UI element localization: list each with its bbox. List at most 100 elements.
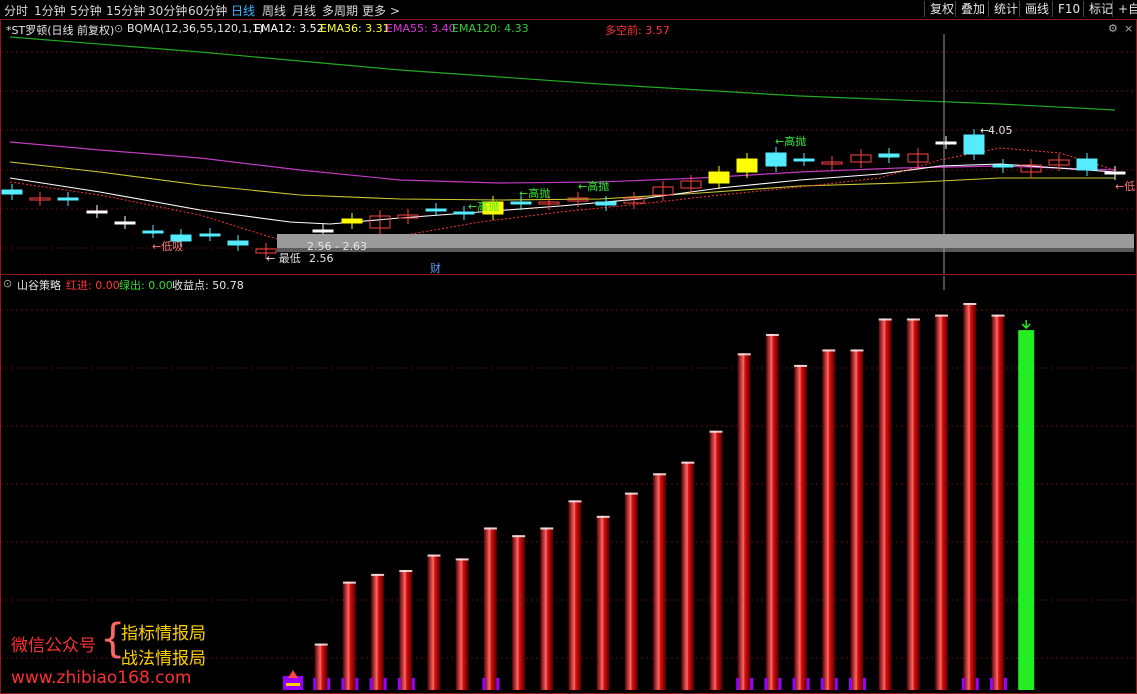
ema120-value: EMA120: 4.33 [452, 22, 529, 35]
valley-bar-1 [314, 643, 328, 690]
candle-body-0 [1, 189, 23, 195]
candle-body-38 [1076, 158, 1098, 171]
valley-bar-cap-6 [455, 558, 469, 561]
watermark-line2: 战法情报局 [121, 649, 206, 669]
collapse-icon[interactable]: ⊙ [3, 277, 12, 290]
purple-tick-a-3 [369, 678, 373, 690]
candle-body-5 [142, 230, 164, 234]
ema36-line [9, 161, 1115, 201]
valley-bar-3 [371, 573, 385, 690]
close-panel-icon[interactable]: × [1124, 22, 1133, 35]
candle-body-27 [765, 152, 787, 167]
valley-bar-14 [681, 461, 695, 690]
valley-bar-cap-7 [483, 527, 497, 530]
candle-body-15 [425, 208, 447, 212]
signal-label-5: ←低 [1115, 180, 1135, 193]
valley-bar-5 [427, 554, 441, 690]
watermark-url: www.zhibiao168.com [11, 668, 192, 688]
entry-line-0 [286, 683, 300, 686]
candle-body-11 [312, 229, 334, 233]
valley-bar-cap-9 [540, 527, 554, 530]
valley-bar-cap-21 [878, 318, 892, 321]
red-in-value: 红进: 0.00 [66, 279, 120, 292]
purple-tick-a-18 [792, 678, 796, 690]
candle-body-7 [199, 233, 221, 237]
candle-body-3 [86, 210, 108, 214]
valley-bar-22 [906, 318, 920, 690]
purple-tick-a-19 [820, 678, 824, 690]
purple-tick-b-2 [355, 678, 359, 690]
valley-bar-6 [455, 558, 469, 690]
valley-bar-cap-20 [850, 349, 864, 352]
valley-bar-cap-17 [765, 333, 779, 336]
entry-arrow-0 [288, 670, 298, 678]
valley-bar-20 [850, 349, 864, 690]
valley-bar-7 [483, 527, 497, 690]
purple-tick-b-18 [806, 678, 810, 690]
purple-tick-b-24 [975, 678, 979, 690]
purple-tick-a-1 [313, 678, 317, 690]
candle-body-21 [595, 201, 617, 206]
signal-label-3: ←高抛 [468, 199, 499, 213]
valley-bar-cap-18 [794, 364, 808, 367]
bull-bear-value: 多空前: 3.57 [605, 24, 670, 37]
valley-bar-18 [794, 364, 808, 690]
valley-bar-25 [991, 314, 1005, 690]
ema12-value: EMA12: 3.52 [254, 22, 324, 35]
valley-bar-15 [709, 430, 723, 690]
signal-label-2: ←高抛 [578, 179, 609, 193]
purple-tick-b-3 [383, 678, 387, 690]
valley-bar-cap-4 [399, 570, 413, 573]
purple-tick-a-7 [482, 678, 486, 690]
valley-bar-cap-14 [681, 461, 695, 464]
candle-body-25 [708, 171, 730, 184]
high-price-label: 4.05 [988, 124, 1013, 137]
purple-tick-b-17 [778, 678, 782, 690]
signal-label-0: ←高抛 [775, 134, 806, 148]
purple-tick-b-19 [834, 678, 838, 690]
candle-body-34 [963, 134, 985, 155]
valley-bar-cap-23 [935, 314, 949, 317]
valley-bar-2 [342, 581, 356, 690]
purple-tick-a-20 [849, 678, 852, 690]
signal-label-4: ←低吸 [152, 240, 183, 253]
candle-body-2 [57, 197, 79, 201]
indicator-name: BQMA(12,36,55,120,1,1) [127, 22, 264, 35]
watermark-line1: 指标情报局 [121, 624, 206, 644]
high-arrow: ← [980, 124, 989, 137]
ema36-value: EMA36: 3.31 [320, 22, 390, 35]
valley-bar-4 [399, 570, 413, 690]
candle-body-12 [341, 218, 363, 224]
candle-body-26 [736, 158, 758, 173]
valley-bar-12 [624, 492, 638, 690]
wechat-label: 微信公众号 [11, 636, 96, 656]
purple-tick-a-4 [397, 678, 401, 690]
candle-body-28 [793, 158, 815, 162]
chart-canvas: 4.05←2.56 - 2.63← 最低 2.56财←高抛←高抛←高抛←高抛←低吸… [0, 19, 1137, 694]
valley-bar-cap-25 [991, 314, 1005, 317]
valley-bar-13 [653, 473, 667, 690]
valley-bar-9 [540, 527, 554, 690]
settings-icon[interactable]: ⚙ [1108, 22, 1118, 35]
valley-bar-21 [878, 318, 892, 690]
valley-bar-16 [737, 353, 751, 690]
valley-bar-cap-15 [709, 430, 723, 433]
low-prefix-label: ← 最低 [266, 252, 301, 265]
valley-bar-11 [596, 515, 610, 690]
indicator-toggle-icon[interactable]: ⊙ [114, 22, 123, 35]
price-zone-shadow [277, 248, 1134, 252]
candle-body-31 [878, 153, 900, 158]
bull-bear-line [9, 147, 1116, 245]
candle-body-35 [992, 164, 1014, 168]
ema120-line [9, 36, 1116, 111]
valley-bar-cap-8 [512, 535, 526, 538]
valley-bar-cap-22 [906, 318, 920, 321]
valley-bar-19 [822, 349, 836, 690]
valley-bar-17 [765, 333, 779, 690]
valley-bar-23 [935, 314, 949, 690]
valley-bar-10 [568, 500, 582, 690]
price-zone-bar [277, 234, 1134, 248]
valley-bar-cap-11 [596, 515, 610, 518]
sub-indicator-name: 山谷策略 [17, 279, 61, 292]
valley-bar-cap-24 [963, 303, 977, 305]
